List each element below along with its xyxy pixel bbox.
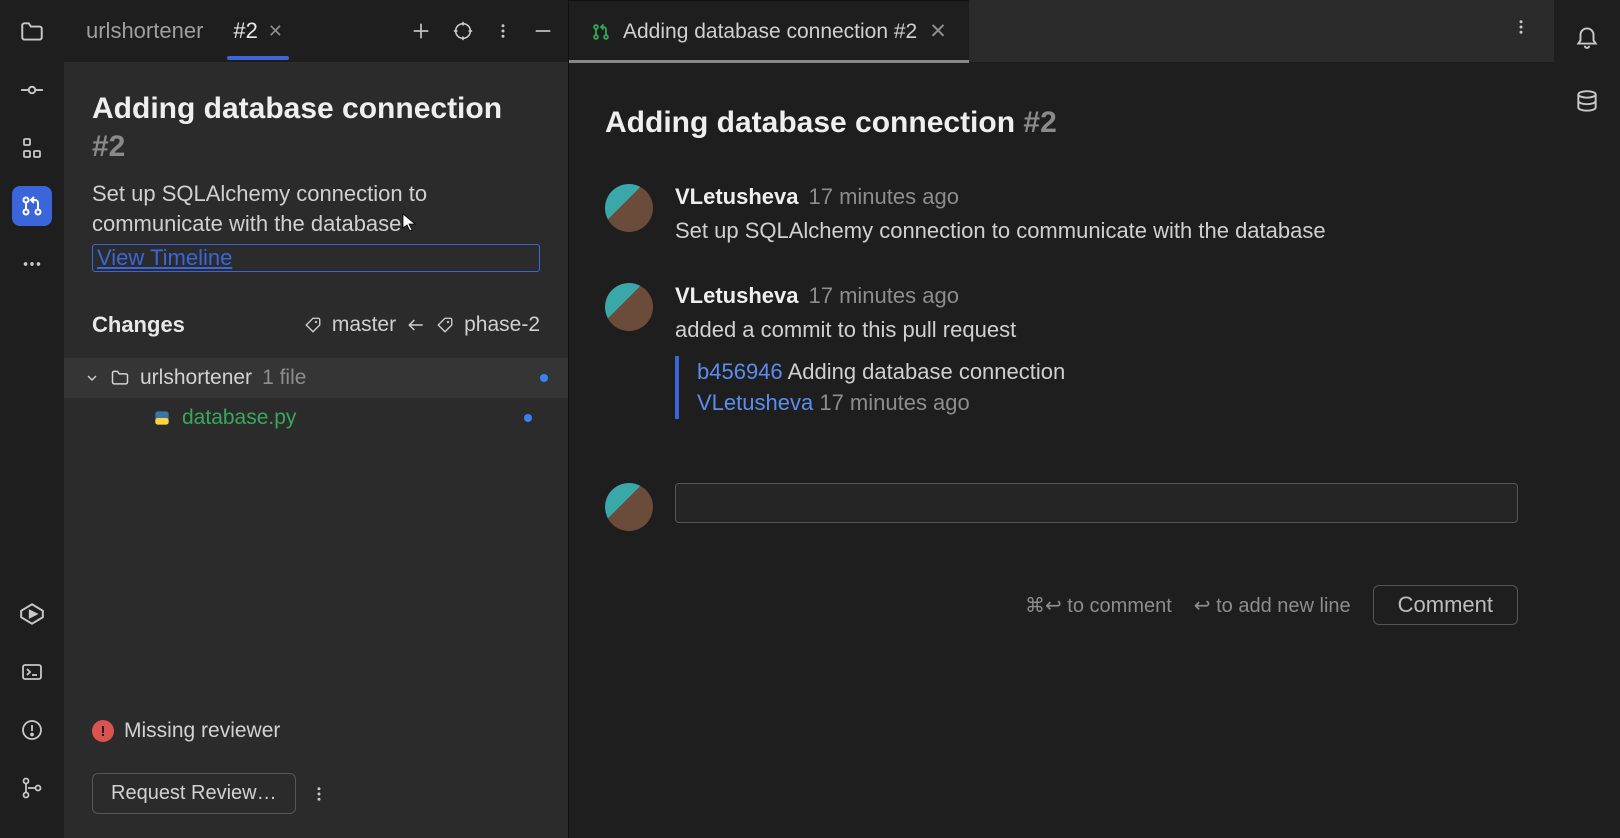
panel-tabs: urlshortener #2 ✕ (64, 0, 568, 62)
commit-reference: b456946 Adding database connection VLetu… (675, 356, 1518, 420)
commit-message: Adding database connection (788, 359, 1066, 384)
minimize-icon[interactable] (532, 20, 554, 42)
commit-author[interactable]: VLetusheva (697, 390, 813, 415)
kebab-icon[interactable] (494, 20, 512, 42)
hint-newline: ↩ to add new line (1194, 593, 1351, 618)
timeline-item: VLetusheva 17 minutes ago added a commit… (605, 283, 1518, 420)
warning: ! Missing reviewer (92, 719, 540, 743)
source-branch: phase-2 (464, 313, 540, 337)
pull-request-icon (591, 22, 611, 42)
run-icon[interactable] (12, 594, 52, 634)
file-name: database.py (182, 406, 296, 430)
avatar (605, 184, 653, 232)
terminal-icon[interactable] (12, 652, 52, 692)
folder-icon[interactable] (12, 12, 52, 52)
kebab-icon[interactable] (1512, 16, 1530, 38)
hint-comment: ⌘↩ to comment (1025, 593, 1172, 618)
pull-request-icon[interactable] (12, 186, 52, 226)
target-icon[interactable] (452, 20, 474, 42)
commit-time: 17 minutes ago (819, 390, 969, 415)
commit-sha[interactable]: b456946 (697, 359, 783, 384)
structure-icon[interactable] (12, 128, 52, 168)
tag-icon (304, 316, 322, 334)
python-file-icon (152, 408, 172, 428)
folder-row[interactable]: urlshortener 1 file (64, 358, 568, 398)
avatar (605, 283, 653, 331)
warning-text: Missing reviewer (124, 719, 280, 743)
request-review-button[interactable]: Request Review… (92, 773, 296, 814)
pr-title: Adding database connection #2 (92, 90, 540, 165)
right-rail (1554, 0, 1620, 838)
arrow-left-icon (406, 315, 426, 335)
timeline-item: VLetusheva 17 minutes ago Set up SQLAlch… (605, 184, 1518, 247)
author: VLetusheva (675, 184, 799, 210)
timeline-text: added a commit to this pull request (675, 315, 1518, 346)
close-icon[interactable]: ✕ (268, 21, 283, 42)
timeline-text: Set up SQLAlchemy connection to communic… (675, 216, 1518, 247)
changes-label: Changes (92, 312, 185, 338)
view-timeline-link[interactable]: View Timeline (92, 244, 540, 272)
tag-icon (436, 316, 454, 334)
timeline: VLetusheva 17 minutes ago Set up SQLAlch… (605, 184, 1518, 625)
notifications-icon[interactable] (1567, 16, 1607, 56)
comment-composer (605, 483, 1518, 531)
file-row[interactable]: database.py (92, 398, 540, 438)
comment-input[interactable] (675, 483, 1518, 523)
modified-dot-icon (524, 414, 532, 422)
timestamp: 17 minutes ago (809, 283, 959, 309)
tab-label: #2 (233, 18, 257, 44)
chevron-down-icon (84, 370, 100, 386)
project-tab[interactable]: urlshortener (78, 18, 211, 44)
warning-icon: ! (92, 720, 114, 742)
git-icon[interactable] (12, 768, 52, 808)
more-icon[interactable] (12, 244, 52, 284)
pr-description: Set up SQLAlchemy connection to communic… (92, 179, 540, 238)
pr-tab[interactable]: #2 ✕ (219, 14, 297, 48)
folder-icon (110, 368, 130, 388)
close-icon[interactable]: ✕ (929, 19, 947, 44)
editor-tab[interactable]: Adding database connection #2 ✕ (569, 0, 969, 62)
branch-indicator: master phase-2 (304, 313, 540, 337)
activity-bar (0, 0, 64, 838)
comment-button[interactable]: Comment (1373, 585, 1518, 625)
pr-panel: urlshortener #2 ✕ Adding database connec… (64, 0, 569, 838)
main-title: Adding database connection #2 (605, 106, 1518, 140)
avatar (605, 483, 653, 531)
target-branch: master (332, 313, 396, 337)
editor-tabs: Adding database connection #2 ✕ (569, 0, 1554, 62)
editor-area: Adding database connection #2 ✕ Adding d… (569, 0, 1554, 838)
commit-icon[interactable] (12, 70, 52, 110)
folder-name: urlshortener (140, 366, 252, 390)
changes-tree: urlshortener 1 file database.py (92, 358, 540, 438)
pr-number: #2 (1023, 106, 1056, 139)
add-icon[interactable] (410, 20, 432, 42)
kebab-icon[interactable] (310, 783, 328, 805)
timestamp: 17 minutes ago (809, 184, 959, 210)
pr-number: #2 (92, 130, 125, 163)
file-count: 1 file (262, 366, 306, 390)
problems-icon[interactable] (12, 710, 52, 750)
author: VLetusheva (675, 283, 799, 309)
modified-dot-icon (540, 374, 548, 382)
editor-tab-title: Adding database connection #2 (623, 20, 917, 44)
database-icon[interactable] (1567, 82, 1607, 122)
